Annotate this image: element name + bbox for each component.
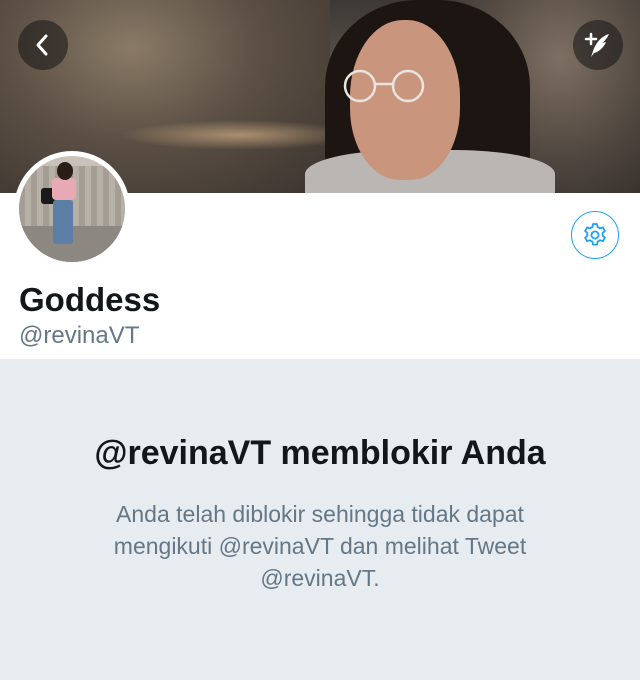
display-name: Goddess <box>19 281 161 318</box>
photo-glasses <box>343 69 425 103</box>
gear-icon <box>584 223 606 246</box>
avatar-top <box>52 178 76 200</box>
avatar-jeans <box>53 200 73 244</box>
chevron-left-icon <box>36 34 48 56</box>
back-button[interactable] <box>18 20 68 70</box>
avatar-photo <box>19 156 125 262</box>
avatar[interactable] <box>14 151 130 267</box>
compose-tweet-button[interactable] <box>573 20 623 70</box>
blocked-title: @revinaVT memblokir Anda <box>94 434 546 472</box>
settings-button[interactable] <box>571 211 619 259</box>
compose-feather-icon <box>584 32 609 57</box>
avatar-hair <box>57 162 73 180</box>
blocked-description: Anda telah diblokir sehingga tidak dapat… <box>113 501 527 591</box>
profile-handle: @revinaVT <box>19 322 140 349</box>
photo-lights <box>120 120 360 150</box>
